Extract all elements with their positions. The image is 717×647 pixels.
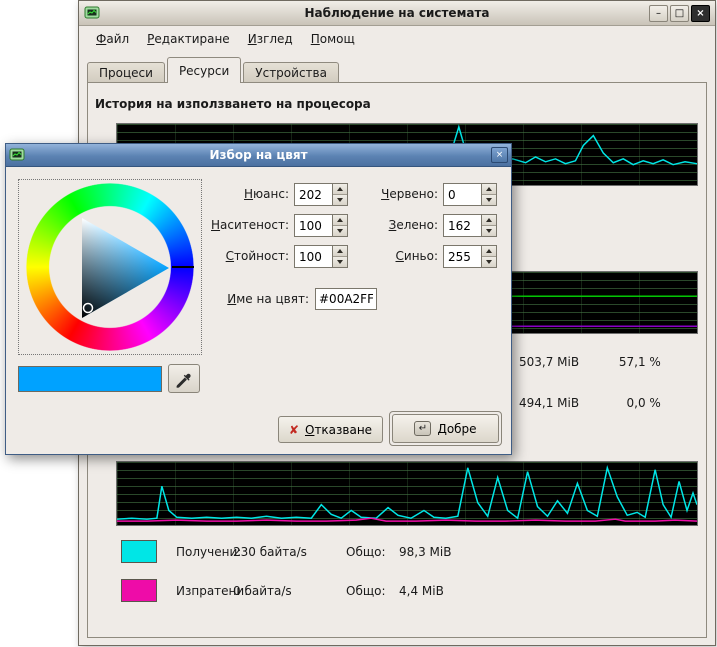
dialog-close-button[interactable]: ×: [491, 147, 508, 163]
sent-rate: 0 байта/s: [233, 579, 292, 603]
chevron-down-icon: [486, 260, 492, 264]
main-titlebar[interactable]: Наблюдение на системата – □ ×: [79, 1, 715, 26]
chevron-up-icon: [337, 187, 343, 191]
menu-file[interactable]: Файл: [87, 29, 138, 49]
color-name-label: Име на цвят:: [209, 288, 309, 310]
received-total-label: Общо:: [346, 540, 386, 564]
ok-label: Добре: [437, 422, 476, 436]
network-sent-line: [117, 518, 697, 521]
dialog-app-icon: [9, 147, 25, 163]
green-input[interactable]: [443, 214, 481, 237]
blue-label: Синьо:: [344, 245, 438, 268]
value-label: Стойност:: [199, 245, 289, 268]
swap-amount: 494,1 MiB: [519, 395, 611, 411]
cancel-label: Отказване: [305, 423, 372, 437]
cancel-x-icon: ✘: [289, 423, 299, 437]
cancel-button[interactable]: ✘ Отказване: [278, 416, 383, 443]
color-preview: [18, 366, 162, 392]
hue-input[interactable]: [294, 183, 332, 206]
blue-decrement-button[interactable]: [482, 256, 496, 267]
dialog-titlebar[interactable]: Избор на цвят ×: [6, 144, 511, 167]
network-history-chart: [116, 461, 698, 526]
chevron-down-icon: [486, 198, 492, 202]
blue-input[interactable]: [443, 245, 481, 268]
network-received-line: [117, 468, 697, 519]
received-color-swatch[interactable]: [121, 540, 157, 563]
tab-bar: Процеси Ресурси Устройства: [87, 56, 341, 83]
eyedropper-button[interactable]: [168, 364, 200, 393]
menu-view[interactable]: Изглед: [239, 29, 302, 49]
green-increment-button[interactable]: [482, 215, 496, 225]
sent-legend-row: Изпратени: 0 байта/s Общо: 4,4 MiB: [121, 579, 696, 603]
saturation-label: Наситеност:: [199, 214, 289, 237]
color-name-input[interactable]: [315, 288, 377, 310]
memory-row: 503,7 MiB 57,1 %: [519, 354, 661, 370]
minimize-button[interactable]: –: [649, 5, 668, 22]
window-title: Наблюдение на системата: [79, 6, 715, 20]
window-controls: – □ ×: [649, 5, 710, 22]
chevron-down-icon: [486, 229, 492, 233]
hue-label: Нюанс:: [199, 183, 289, 206]
swap-row: 494,1 MiB 0,0 %: [519, 395, 661, 411]
chevron-up-icon: [486, 187, 492, 191]
green-label: Зелено:: [344, 214, 438, 237]
saturation-spinner: [294, 214, 348, 237]
received-label: Получени:: [176, 540, 241, 564]
received-rate: 230 байта/s: [233, 540, 307, 564]
maximize-button[interactable]: □: [670, 5, 689, 22]
tab-processes[interactable]: Процеси: [87, 62, 165, 82]
dialog-title: Избор на цвят: [6, 148, 511, 162]
memory-amount: 503,7 MiB: [519, 354, 611, 370]
menu-edit[interactable]: Редактиране: [138, 29, 239, 49]
menubar: Файл Редактиране Изглед Помощ: [79, 27, 715, 51]
hue-spinner: [294, 183, 348, 206]
swap-percent: 0,0 %: [615, 395, 661, 411]
color-wheel[interactable]: [18, 179, 202, 355]
tab-resources[interactable]: Ресурси: [167, 57, 241, 83]
color-picker-dialog: Избор на цвят × Нюанс:: [5, 143, 512, 455]
ok-button[interactable]: ↵ Добре: [392, 414, 499, 443]
chevron-down-icon: [337, 198, 343, 202]
chevron-up-icon: [486, 249, 492, 253]
value-input[interactable]: [294, 245, 332, 268]
eyedropper-icon: [174, 370, 194, 390]
blue-spinner: [443, 245, 497, 268]
saturation-input[interactable]: [294, 214, 332, 237]
red-label: Червено:: [344, 183, 438, 206]
red-increment-button[interactable]: [482, 184, 496, 194]
received-total: 98,3 MiB: [399, 540, 451, 564]
app-icon: [84, 5, 100, 21]
memory-percent: 57,1 %: [615, 354, 661, 370]
chevron-up-icon: [337, 249, 343, 253]
sent-total-label: Общо:: [346, 579, 386, 603]
sent-total: 4,4 MiB: [399, 579, 444, 603]
chevron-down-icon: [337, 229, 343, 233]
chevron-up-icon: [337, 218, 343, 222]
chevron-up-icon: [486, 218, 492, 222]
menu-help[interactable]: Помощ: [302, 29, 364, 49]
green-decrement-button[interactable]: [482, 225, 496, 236]
saturation-value-triangle[interactable]: [19, 180, 201, 354]
enter-key-icon: ↵: [414, 421, 431, 436]
red-decrement-button[interactable]: [482, 194, 496, 205]
blue-increment-button[interactable]: [482, 246, 496, 256]
close-button[interactable]: ×: [691, 5, 710, 22]
tab-devices[interactable]: Устройства: [243, 62, 339, 82]
ok-default-frame: ↵ Добре: [389, 411, 502, 446]
value-spinner: [294, 245, 348, 268]
green-spinner: [443, 214, 497, 237]
red-spinner: [443, 183, 497, 206]
sent-color-swatch[interactable]: [121, 579, 157, 602]
received-legend-row: Получени: 230 байта/s Общо: 98,3 MiB: [121, 540, 696, 564]
cpu-history-heading: История на използването на процесора: [95, 97, 371, 111]
red-input[interactable]: [443, 183, 481, 206]
chevron-down-icon: [337, 260, 343, 264]
